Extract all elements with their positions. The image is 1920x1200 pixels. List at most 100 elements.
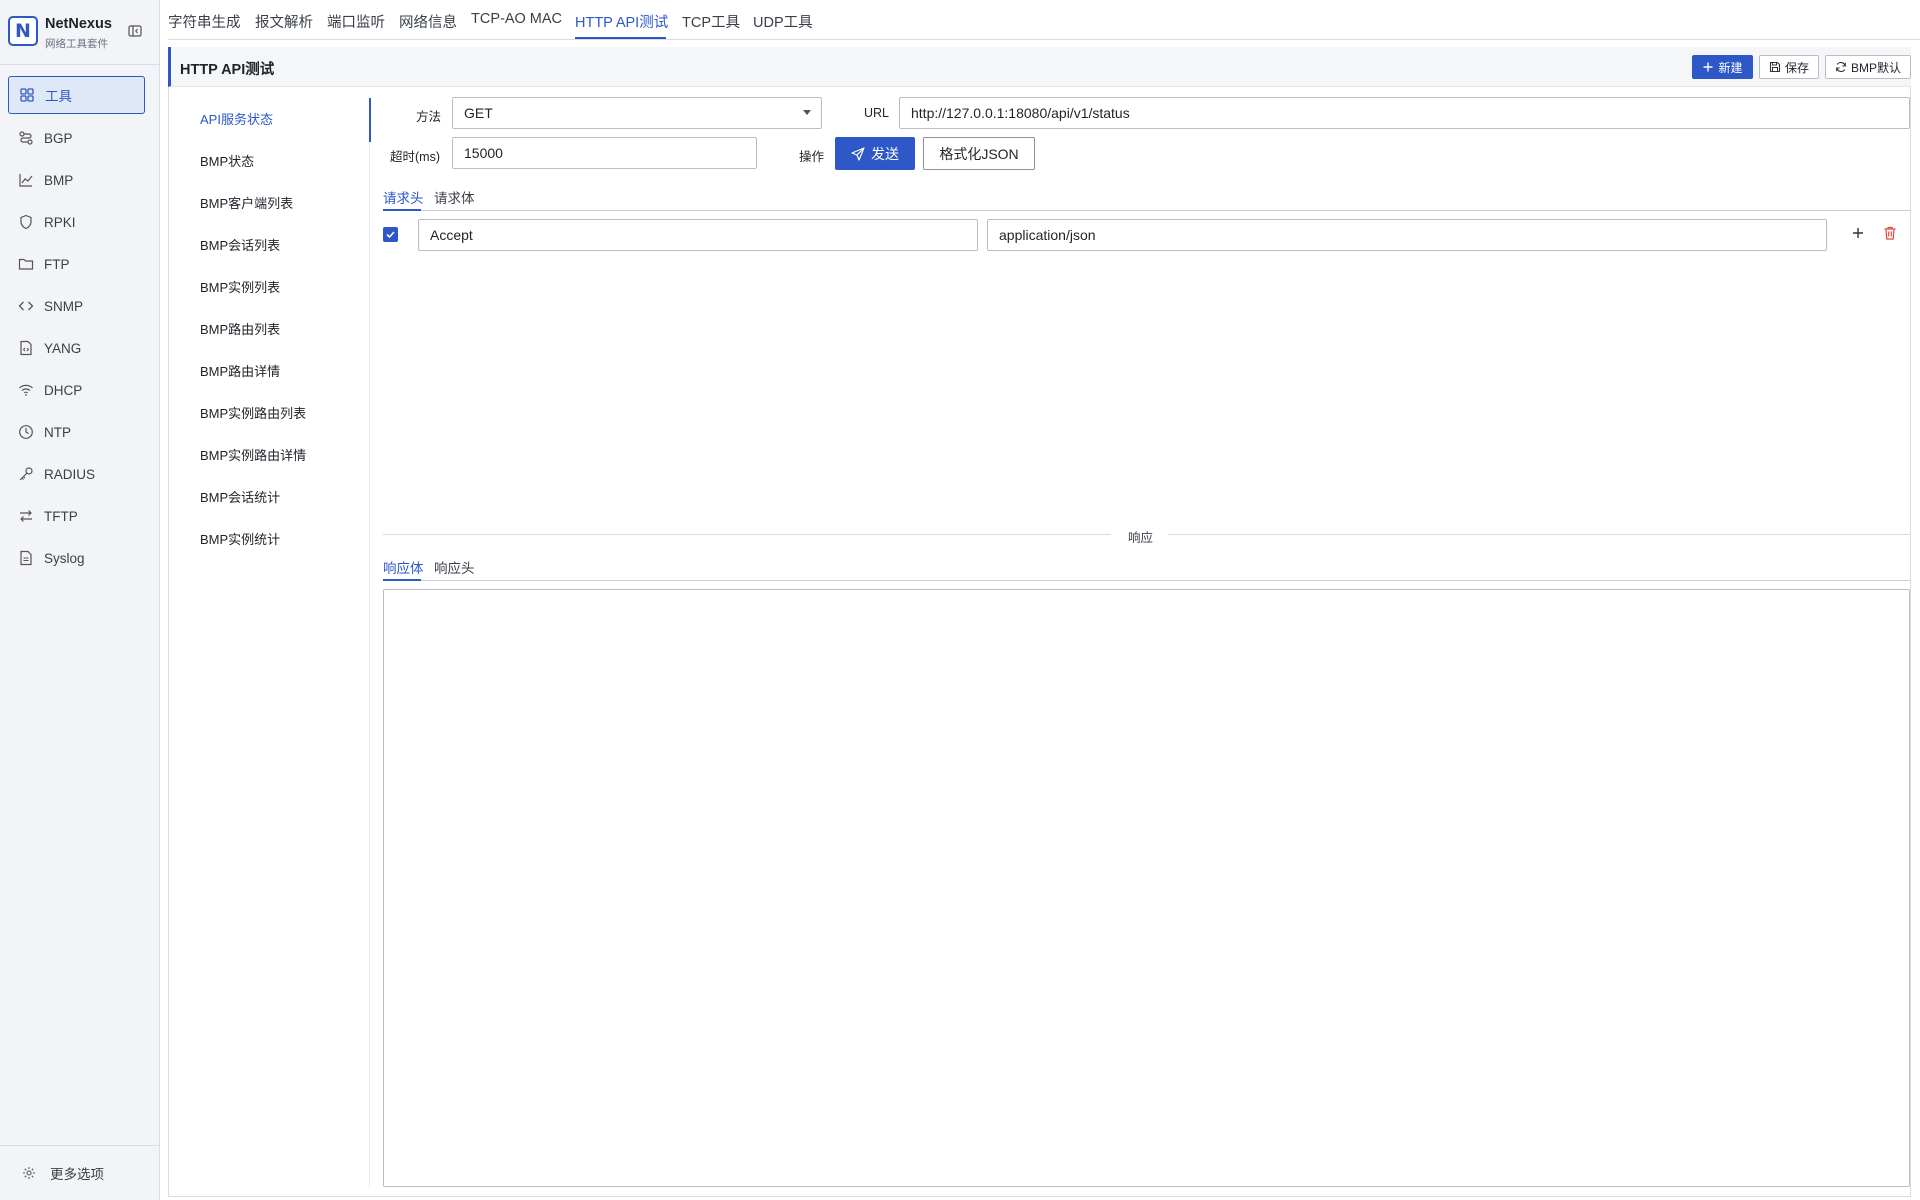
more-options-label: 更多选项: [50, 1167, 104, 1182]
sidebar-item-yang[interactable]: YANG: [8, 329, 145, 367]
app-subtitle: 网络工具套件: [45, 38, 108, 50]
header-value-input[interactable]: application/json: [987, 219, 1827, 251]
new-button[interactable]: 新建: [1692, 55, 1753, 79]
api-item-bmp-instance-route-detail[interactable]: BMP实例路由详情: [200, 445, 306, 464]
url-value: http://127.0.0.1:18080/api/v1/status: [911, 105, 1130, 121]
shield-icon: [18, 214, 34, 230]
active-tab-indicator: [575, 37, 666, 39]
send-button[interactable]: 发送: [835, 137, 915, 170]
sidebar-item-tools[interactable]: 工具: [8, 76, 145, 114]
sidebar-item-tftp[interactable]: TFTP: [8, 497, 145, 535]
tab-udp-tool[interactable]: UDP工具: [753, 11, 813, 32]
api-item-bmp-route-detail[interactable]: BMP路由详情: [200, 361, 280, 380]
wifi-icon: [18, 382, 34, 398]
sidebar-item-ftp[interactable]: FTP: [8, 245, 145, 283]
panel-title: HTTP API测试: [180, 62, 275, 78]
bmp-default-button[interactable]: BMP默认: [1825, 55, 1911, 79]
grid-icon: [19, 87, 35, 103]
response-divider-left: [383, 534, 1111, 535]
api-item-bmp-route-list[interactable]: BMP路由列表: [200, 319, 280, 338]
refresh-icon: [1835, 61, 1847, 73]
sidebar-item-label: YANG: [44, 340, 82, 356]
route-icon: [18, 130, 34, 146]
url-input[interactable]: http://127.0.0.1:18080/api/v1/status: [899, 97, 1910, 129]
api-item-bmp-instance-list[interactable]: BMP实例列表: [200, 277, 280, 296]
header-value-value: application/json: [999, 227, 1096, 243]
sidebar-item-ntp[interactable]: NTP: [8, 413, 145, 451]
sidebar-item-bgp[interactable]: BGP: [8, 119, 145, 157]
request-tabs-line: [383, 210, 1910, 211]
api-item-bmp-status[interactable]: BMP状态: [200, 151, 254, 170]
bmp-default-label: BMP默认: [1850, 60, 1901, 75]
tab-tcp-tool[interactable]: TCP工具: [682, 11, 740, 32]
sidebar-item-label: RADIUS: [44, 466, 96, 482]
document-icon: [18, 550, 34, 566]
save-button-label: 保存: [1784, 60, 1809, 75]
timeout-value: 15000: [464, 145, 503, 161]
api-list-divider: [369, 142, 370, 1187]
sidebar-item-label: Syslog: [44, 550, 85, 566]
api-item-service-status[interactable]: API服务状态: [200, 109, 273, 128]
sidebar-item-rpki[interactable]: RPKI: [8, 203, 145, 241]
tab-response-body[interactable]: 响应体: [383, 557, 424, 577]
sidebar-item-label: BMP: [44, 172, 74, 188]
method-value: GET: [464, 105, 493, 121]
header-key-input[interactable]: Accept: [418, 219, 978, 251]
tab-response-headers[interactable]: 响应头: [434, 557, 475, 577]
code-icon: [18, 298, 34, 314]
chart-icon: [18, 172, 34, 188]
sidebar-item-snmp[interactable]: SNMP: [8, 287, 145, 325]
more-options-button[interactable]: 更多选项: [22, 1163, 104, 1183]
sidebar-divider: [0, 1145, 160, 1146]
plus-icon: [1702, 61, 1714, 73]
sidebar-collapse-icon[interactable]: [128, 24, 142, 38]
api-item-bmp-instance-route-list[interactable]: BMP实例路由列表: [200, 403, 306, 422]
panel-header: [168, 47, 1911, 87]
tab-network-info[interactable]: 网络信息: [399, 11, 457, 32]
api-item-bmp-session-list[interactable]: BMP会话列表: [200, 235, 280, 254]
send-button-label: 发送: [871, 145, 899, 162]
timeout-input[interactable]: 15000: [452, 137, 757, 169]
app-logo: N: [8, 16, 38, 46]
sidebar-item-radius[interactable]: RADIUS: [8, 455, 145, 493]
save-icon: [1769, 61, 1781, 73]
tab-tcp-ao-mac[interactable]: TCP-AO MAC: [471, 11, 562, 27]
response-divider-label: 响应: [1128, 531, 1154, 545]
format-json-button[interactable]: 格式化JSON: [923, 137, 1035, 170]
sidebar-divider: [0, 64, 160, 65]
sidebar-item-bmp[interactable]: BMP: [8, 161, 145, 199]
request-tab-indicator: [383, 209, 421, 211]
api-item-bmp-client-list[interactable]: BMP客户端列表: [200, 193, 293, 212]
header-enabled-checkbox[interactable]: [383, 227, 398, 242]
save-button[interactable]: 保存: [1759, 55, 1819, 79]
app-name: NetNexus: [45, 16, 112, 32]
format-json-label: 格式化JSON: [939, 145, 1019, 162]
tab-http-api-test[interactable]: HTTP API测试: [575, 11, 668, 32]
tab-string-gen[interactable]: 字符串生成: [168, 11, 241, 32]
tab-request-headers[interactable]: 请求头: [383, 187, 424, 207]
tab-port-listen[interactable]: 端口监听: [327, 11, 385, 32]
sidebar-item-label: RPKI: [44, 214, 76, 230]
sidebar-item-label: BGP: [44, 130, 73, 146]
send-icon: [851, 146, 865, 161]
delete-header-icon[interactable]: [1882, 225, 1898, 241]
add-header-icon[interactable]: [1850, 225, 1866, 241]
tab-request-body[interactable]: 请求体: [434, 187, 475, 207]
api-item-bmp-session-stats[interactable]: BMP会话统计: [200, 487, 280, 506]
header-key-value: Accept: [430, 227, 473, 243]
method-label: 方法: [416, 110, 442, 124]
folder-icon: [18, 256, 34, 272]
api-item-bmp-instance-stats[interactable]: BMP实例统计: [200, 529, 280, 548]
sidebar-item-dhcp[interactable]: DHCP: [8, 371, 145, 409]
timeout-label: 超时(ms): [390, 150, 440, 164]
gear-icon: [22, 1166, 36, 1180]
response-body-textarea[interactable]: [383, 589, 1910, 1187]
sidebar-item-label: NTP: [44, 424, 71, 440]
action-label: 操作: [799, 150, 825, 164]
method-select[interactable]: GET: [452, 97, 822, 129]
key-icon: [18, 466, 34, 482]
url-label: URL: [864, 106, 890, 120]
sidebar-item-label: SNMP: [44, 298, 84, 314]
tab-packet-parse[interactable]: 报文解析: [255, 11, 313, 32]
sidebar-item-syslog[interactable]: Syslog: [8, 539, 145, 577]
